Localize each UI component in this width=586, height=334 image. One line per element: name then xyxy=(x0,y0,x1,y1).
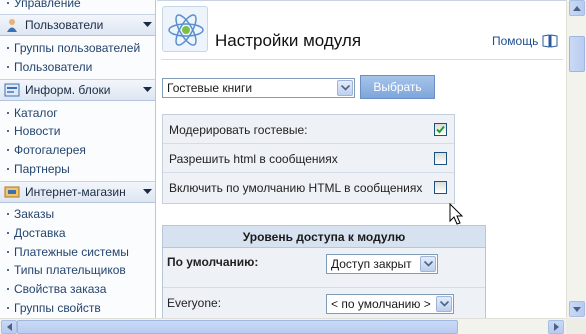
option-label: Включить по умолчанию HTML в сообщениях xyxy=(169,181,423,195)
mouse-cursor-icon xyxy=(449,202,465,227)
sidebar-item-property-groups[interactable]: Группы свойств xyxy=(7,299,101,317)
bullet-icon xyxy=(7,269,9,271)
bullet-icon xyxy=(7,251,9,253)
sidebar-item-users[interactable]: Пользователи xyxy=(7,58,92,76)
chevron-down-icon[interactable] xyxy=(140,189,154,195)
moderate-checkbox[interactable] xyxy=(434,123,447,136)
select-button[interactable]: Выбрать xyxy=(360,75,435,99)
sidebar-section-label: Пользователи xyxy=(25,18,104,32)
header-divider xyxy=(157,0,566,1)
access-row-label: По умолчанию: xyxy=(167,255,259,269)
option-label: Модерировать гостевые: xyxy=(169,123,308,137)
sidebar: Управление Пользователи Группы пользоват… xyxy=(0,0,156,318)
sidebar-item-label: Партнеры xyxy=(14,162,70,176)
sidebar-item-partners[interactable]: Партнеры xyxy=(7,160,70,178)
sidebar-item-label: Заказы xyxy=(14,207,55,221)
bullet-icon xyxy=(7,149,9,151)
sidebar-item-payer-types[interactable]: Типы плательщиков xyxy=(7,261,126,279)
sidebar-item-delivery[interactable]: Доставка xyxy=(7,224,66,242)
main-content: Настройки модуля Помощь Гостевые книги В… xyxy=(157,0,566,318)
module-select-value: Гостевые книги xyxy=(167,81,253,95)
sidebar-section-label: Информ. блоки xyxy=(25,83,111,97)
bullet-icon xyxy=(7,66,9,68)
option-row-default-html: Включить по умолчанию HTML в сообщениях xyxy=(163,173,454,202)
sidebar-item-label: Группы свойств xyxy=(14,301,101,315)
sidebar-item-news[interactable]: Новости xyxy=(7,122,60,140)
info-blocks-icon xyxy=(4,82,20,98)
access-everyone-select[interactable]: < по умолчанию > xyxy=(326,294,454,314)
option-row-moderate: Модерировать гостевые: xyxy=(163,115,454,144)
sidebar-item-gallery[interactable]: Фотогалерея xyxy=(7,141,86,159)
sidebar-item-label: Платежные системы xyxy=(14,245,129,259)
option-row-allow-html: Разрешить html в сообщениях xyxy=(163,144,454,173)
sidebar-item-label: Типы плательщиков xyxy=(14,263,126,277)
users-icon xyxy=(4,17,20,33)
bullet-icon xyxy=(7,112,9,114)
scroll-right-icon[interactable] xyxy=(548,320,564,334)
horizontal-scroll-thumb[interactable] xyxy=(17,320,458,334)
bullet-icon xyxy=(7,213,9,215)
sidebar-section-label: Интернет-магазин xyxy=(25,185,126,199)
help-book-icon[interactable] xyxy=(542,34,558,48)
sidebar-item-user-groups[interactable]: Группы пользователей xyxy=(7,39,140,57)
chevron-down-icon[interactable] xyxy=(420,256,436,272)
sidebar-section-users[interactable]: Пользователи xyxy=(0,14,155,36)
allow-html-checkbox[interactable] xyxy=(434,152,447,165)
sidebar-item-label: Каталог xyxy=(14,106,58,120)
options-table: Модерировать гостевые: Разрешить html в … xyxy=(162,114,455,204)
sidebar-item-label: Доставка xyxy=(14,226,66,240)
default-html-checkbox[interactable] xyxy=(434,181,447,194)
option-label: Разрешить html в сообщениях xyxy=(169,152,338,166)
bullet-icon xyxy=(7,168,9,170)
access-row-label: Everyone: xyxy=(167,296,222,310)
scrollbar-corner xyxy=(566,318,586,334)
chevron-down-icon[interactable] xyxy=(140,87,154,93)
chevron-down-icon[interactable] xyxy=(140,22,154,28)
sidebar-item-orders[interactable]: Заказы xyxy=(7,205,54,223)
access-row-everyone: Everyone: < по умолчанию > xyxy=(163,289,485,318)
sidebar-item-payment-systems[interactable]: Платежные системы xyxy=(7,243,129,261)
shop-icon xyxy=(4,184,20,200)
sidebar-section-shop[interactable]: Интернет-магазин xyxy=(0,181,155,203)
module-select[interactable]: Гостевые книги xyxy=(162,78,355,98)
sidebar-item-catalog[interactable]: Каталог xyxy=(7,104,58,122)
sidebar-item-label: Новости xyxy=(14,124,61,138)
module-settings-icon xyxy=(162,6,208,52)
sidebar-item-label: Группы пользователей xyxy=(14,41,141,55)
sidebar-item-label: Фотогалерея xyxy=(14,143,86,157)
chevron-down-icon[interactable] xyxy=(337,80,353,96)
bullet-icon xyxy=(7,47,9,49)
access-default-select[interactable]: Доступ закрыт xyxy=(326,254,438,274)
sidebar-item-order-properties[interactable]: Свойства заказа xyxy=(7,280,106,298)
title-rule xyxy=(161,59,563,60)
access-select-value: < по умолчанию > xyxy=(331,297,431,311)
sidebar-item-management[interactable]: Управление xyxy=(7,0,81,12)
bullet-icon xyxy=(7,288,9,290)
sidebar-item-label: Свойства заказа xyxy=(14,282,107,296)
scroll-up-icon[interactable] xyxy=(569,0,585,16)
bullet-icon xyxy=(7,307,9,309)
access-table-title: Уровень доступа к модулю xyxy=(163,226,485,248)
horizontal-scrollbar[interactable] xyxy=(0,318,566,334)
sidebar-section-info-blocks[interactable]: Информ. блоки xyxy=(0,79,155,101)
bullet-icon xyxy=(7,232,9,234)
scroll-down-icon[interactable] xyxy=(569,301,585,317)
sidebar-item-label: Управление xyxy=(14,0,81,10)
access-select-value: Доступ закрыт xyxy=(331,257,412,271)
access-row-default: По умолчанию: Доступ закрыт xyxy=(163,248,485,288)
vertical-scrollbar[interactable] xyxy=(566,0,586,318)
sidebar-item-label: Пользователи xyxy=(14,60,93,74)
bullet-icon xyxy=(7,2,9,4)
scroll-left-icon[interactable] xyxy=(1,320,17,334)
page-title: Настройки модуля xyxy=(215,31,362,50)
chevron-down-icon[interactable] xyxy=(436,296,452,312)
access-table: Уровень доступа к модулю По умолчанию: Д… xyxy=(162,225,486,318)
vertical-scroll-thumb[interactable] xyxy=(569,36,585,72)
bullet-icon xyxy=(7,130,9,132)
help-link[interactable]: Помощь xyxy=(492,34,538,48)
